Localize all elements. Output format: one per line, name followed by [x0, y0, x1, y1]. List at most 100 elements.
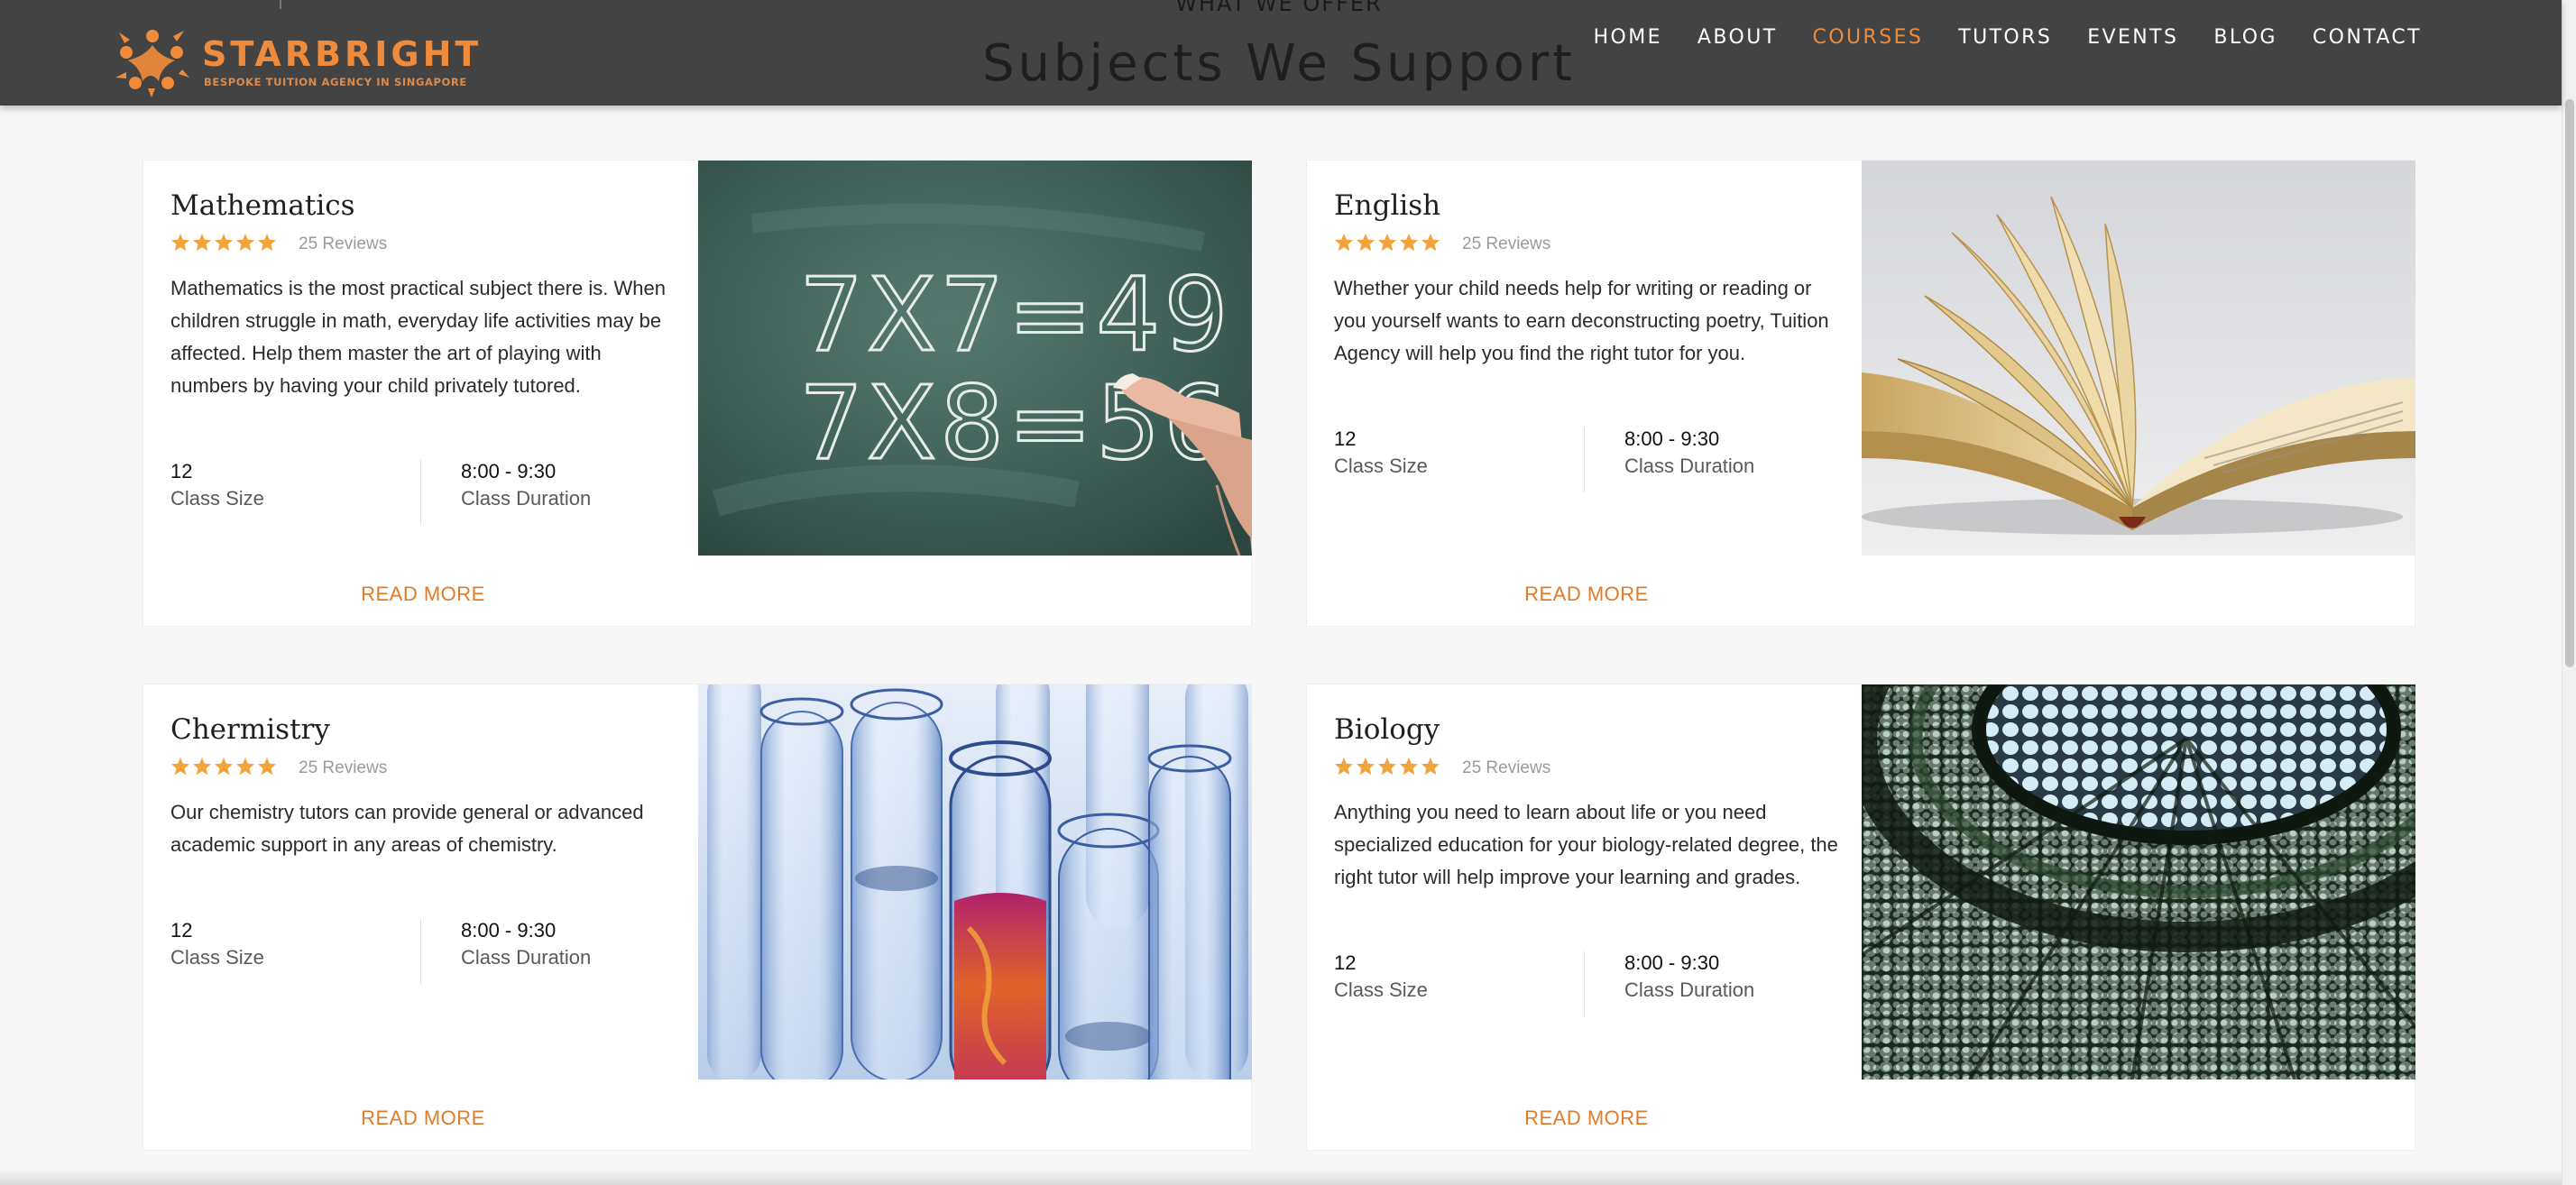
class-size-value: 12 [170, 919, 193, 942]
read-more-link[interactable]: READ MORE [170, 1107, 676, 1130]
open-book-photo[interactable] [1862, 161, 2415, 556]
class-size-value: 12 [170, 460, 193, 482]
course-title: Mathematics [170, 189, 355, 222]
course-card-english: English 25 Reviews Whether your child ne… [1306, 160, 2415, 627]
main-nav: HOME ABOUT COURSES TUTORS EVENTS BLOG CO… [1594, 23, 2422, 52]
test-tubes-illustration [698, 684, 1252, 1079]
course-description: Anything you need to learn about life or… [1334, 801, 1838, 888]
course-rating: 25 Reviews [170, 757, 387, 780]
page-title: Subjects We Support [981, 34, 1577, 93]
course-stats: 12 Class Size 8:00 - 9:30 Class Duration [1334, 426, 1839, 494]
star-icon [257, 233, 277, 252]
course-card-mathematics: Mathematics 25 Reviews Mathematics is th… [143, 160, 1252, 627]
class-duration-label: Class Duration [461, 946, 592, 969]
stats-divider [1584, 951, 1585, 1016]
bottom-shadow [0, 1169, 2562, 1185]
course-description: Our chemistry tutors can provide general… [170, 801, 644, 856]
course-title: Biology [1334, 713, 1440, 746]
class-size-value: 12 [1334, 427, 1357, 450]
chalk-equation-2: 7X8=56 [799, 365, 1232, 482]
brand-tagline: BESPOKE TUITION AGENCY IN SINGAPORE [204, 76, 467, 88]
reviews-count[interactable]: 25 Reviews [1462, 758, 1550, 778]
star-icon [192, 757, 212, 776]
nav-courses[interactable]: COURSES [1813, 23, 1924, 52]
star-icon [1399, 233, 1419, 252]
page-scrollbar[interactable] [2562, 0, 2576, 1185]
nav-home[interactable]: HOME [1594, 23, 1662, 52]
header-divider [280, 0, 281, 9]
read-more-link[interactable]: READ MORE [1334, 583, 1839, 606]
course-stats: 12 Class Size 8:00 - 9:30 Class Duration [1334, 950, 1839, 1018]
course-stats: 12 Class Size 8:00 - 9:30 Class Duration [170, 458, 676, 527]
class-duration-value: 8:00 - 9:30 [461, 919, 557, 942]
class-size-stat: 12 Class Size [170, 917, 264, 971]
class-size-stat: 12 Class Size [1334, 950, 1428, 1004]
reviews-count[interactable]: 25 Reviews [1462, 234, 1550, 254]
class-size-label: Class Size [170, 487, 264, 510]
star-icon [1421, 757, 1440, 776]
class-size-label: Class Size [1334, 978, 1428, 1001]
course-card-biology: Biology 25 Reviews Anything you need to … [1306, 684, 2415, 1151]
reviews-count[interactable]: 25 Reviews [299, 234, 387, 254]
star-icon [1334, 233, 1354, 252]
class-duration-stat: 8:00 - 9:30 Class Duration [461, 917, 591, 971]
rating-stars [1334, 757, 1442, 780]
star-icon [214, 757, 234, 776]
stats-divider [420, 919, 421, 984]
course-rating: 25 Reviews [1334, 233, 1550, 256]
course-stats: 12 Class Size 8:00 - 9:30 Class Duration [170, 917, 676, 986]
section-eyebrow: WHAT WE OFFER [1175, 0, 1383, 16]
star-icon [170, 233, 190, 252]
nav-contact[interactable]: CONTACT [2313, 23, 2422, 52]
chalk-equation-1: 7X7=49 [799, 257, 1232, 374]
course-description: Mathematics is the most practical subjec… [170, 277, 666, 397]
chalkboard-multiplication-photo[interactable]: 7X7=49 7X8=56 [698, 161, 1252, 556]
nav-about[interactable]: ABOUT [1697, 23, 1778, 52]
class-duration-stat: 8:00 - 9:30 Class Duration [461, 458, 591, 512]
star-icon [1334, 757, 1354, 776]
stats-divider [420, 460, 421, 525]
star-icon [1377, 757, 1397, 776]
starbright-logo-icon [115, 30, 189, 97]
star-icon [1399, 757, 1419, 776]
star-icon [1356, 233, 1375, 252]
class-size-label: Class Size [1334, 455, 1428, 477]
star-icon [1421, 233, 1440, 252]
plant-cells-illustration [1862, 684, 2415, 1079]
stats-divider [1584, 427, 1585, 492]
star-icon [1377, 233, 1397, 252]
class-duration-value: 8:00 - 9:30 [1624, 427, 1720, 450]
star-icon [235, 233, 255, 252]
read-more-link[interactable]: READ MORE [1334, 1107, 1839, 1130]
nav-events[interactable]: EVENTS [2087, 23, 2178, 52]
test-tubes-photo[interactable] [698, 684, 1252, 1079]
plant-cell-microscope-photo[interactable] [1862, 684, 2415, 1079]
class-size-stat: 12 Class Size [170, 458, 264, 512]
open-book-illustration [1862, 161, 2415, 556]
chalkboard-illustration: 7X7=49 7X8=56 [698, 161, 1252, 556]
brand-name: STARBRIGHT [202, 34, 483, 74]
class-size-label: Class Size [170, 946, 264, 969]
nav-blog[interactable]: BLOG [2213, 23, 2277, 52]
rating-stars [1334, 233, 1442, 256]
read-more-link[interactable]: READ MORE [170, 583, 676, 606]
course-card-body: Chermistry 25 Reviews Our chemistry tuto… [170, 684, 676, 1150]
star-icon [192, 233, 212, 252]
course-card-body: Mathematics 25 Reviews Mathematics is th… [170, 161, 676, 626]
course-card-chemistry: Chermistry 25 Reviews Our chemistry tuto… [143, 684, 1252, 1151]
course-title: English [1334, 189, 1441, 222]
brand-logo[interactable]: STARBRIGHT BESPOKE TUITION AGENCY IN SIN… [112, 18, 478, 99]
class-duration-label: Class Duration [1624, 455, 1755, 477]
star-icon [235, 757, 255, 776]
course-title: Chermistry [170, 713, 330, 746]
class-duration-label: Class Duration [1624, 978, 1755, 1001]
scrollbar-thumb[interactable] [2565, 99, 2574, 667]
rating-stars [170, 757, 279, 780]
star-icon [1356, 757, 1375, 776]
nav-tutors[interactable]: TUTORS [1958, 23, 2052, 52]
star-icon [170, 757, 190, 776]
course-description: Whether your child needs help for writin… [1334, 277, 1829, 364]
reviews-count[interactable]: 25 Reviews [299, 758, 387, 778]
star-icon [214, 233, 234, 252]
class-duration-stat: 8:00 - 9:30 Class Duration [1624, 426, 1754, 480]
